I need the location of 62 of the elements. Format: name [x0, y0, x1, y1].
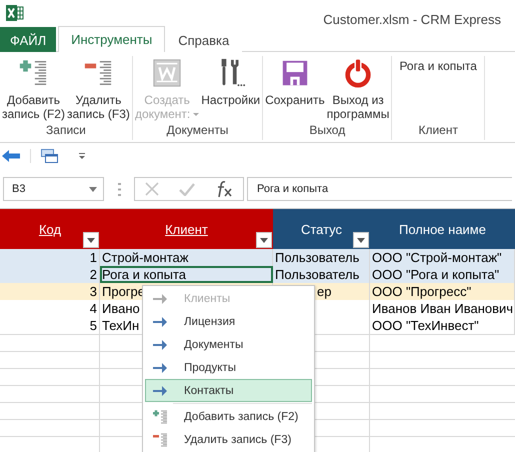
- remove-row-icon: [152, 432, 168, 448]
- menu-item[interactable]: Документы: [145, 333, 312, 356]
- table-cell: ООО "Строй-монтаж": [370, 249, 515, 266]
- client-name: Рога и копыта: [398, 58, 478, 75]
- column-header: Статус: [300, 222, 342, 236]
- table-cell: ООО "ТехИнвест": [370, 317, 515, 334]
- arrow-right-icon: [152, 316, 168, 328]
- power-icon: [343, 58, 374, 88]
- filter-button[interactable]: [83, 232, 99, 248]
- windows-icon[interactable]: [41, 149, 58, 163]
- menu-item[interactable]: Продукты: [145, 356, 312, 379]
- table-cell: 3: [0, 283, 100, 300]
- window-title: Customer.xlsm - CRM Express: [323, 10, 501, 26]
- customize-dropdown-icon[interactable]: [78, 152, 86, 160]
- check-icon[interactable]: [179, 182, 195, 196]
- dropdown-icon[interactable]: [89, 186, 97, 192]
- column-header[interactable]: Код: [38, 222, 62, 236]
- back-arrow-icon[interactable]: [2, 150, 20, 162]
- menu-item[interactable]: Добавить запись (F2): [145, 405, 312, 428]
- arrow-right-icon: [152, 362, 168, 374]
- ribbon-button[interactable]: Выход из программы: [326, 56, 390, 122]
- function-icon[interactable]: [215, 180, 233, 198]
- table-cell: 1: [0, 249, 100, 266]
- table-cell: Рога и копыта: [100, 266, 273, 283]
- table-cell: Пользователь: [273, 249, 370, 266]
- ribbon-button[interactable]: Настройки: [200, 56, 262, 122]
- menu-item[interactable]: Удалить запись (F3): [145, 428, 312, 451]
- filter-button[interactable]: [353, 232, 369, 248]
- arrow-right-icon: [152, 292, 168, 304]
- group-label: Записи: [45, 122, 87, 139]
- table-cell: Пользователь: [273, 266, 370, 283]
- table-cell: Строй-монтаж: [100, 249, 273, 266]
- column-header[interactable]: Клиент: [165, 222, 208, 236]
- table-cell: Иванов Иван Иванович: [370, 300, 515, 317]
- caret-icon: [87, 238, 95, 242]
- table-cell: ООО "Рога и копыта": [370, 266, 515, 283]
- add-row-icon: [18, 58, 48, 88]
- arrow-right-icon: [152, 384, 168, 396]
- caret-icon: [357, 238, 365, 242]
- group-label: Документы: [166, 122, 230, 139]
- cell-reference: B3: [12, 183, 26, 195]
- file-tab[interactable]: ФАЙЛ: [0, 27, 56, 52]
- spreadsheet-logo-icon: [6, 5, 24, 21]
- group-label: Клиент: [417, 122, 459, 139]
- ribbon-button[interactable]: Сохранить: [264, 56, 326, 122]
- formula-input[interactable]: Рога и копыта: [247, 177, 512, 201]
- ribbon-button[interactable]: Удалить запись (F3): [66, 56, 131, 122]
- remove-row-icon: [83, 58, 114, 88]
- document-icon: [152, 58, 182, 88]
- filter-button[interactable]: [256, 232, 272, 248]
- table-cell: ООО "Прогресс": [370, 283, 515, 300]
- name-box[interactable]: B3: [3, 177, 104, 201]
- table-cell: 2: [0, 266, 100, 283]
- add-row-icon: [152, 408, 168, 424]
- menu-item[interactable]: Контакты: [145, 379, 312, 402]
- column-header: Полное наиме: [399, 222, 486, 236]
- arrow-right-icon: [152, 338, 168, 350]
- ribbon-tab[interactable]: Инструменты: [58, 26, 166, 52]
- ribbon-button[interactable]: Добавить запись (F2): [1, 56, 66, 122]
- drag-handle-icon[interactable]: [118, 182, 120, 196]
- group-label: Выход: [308, 122, 346, 139]
- caret-icon: [260, 238, 268, 242]
